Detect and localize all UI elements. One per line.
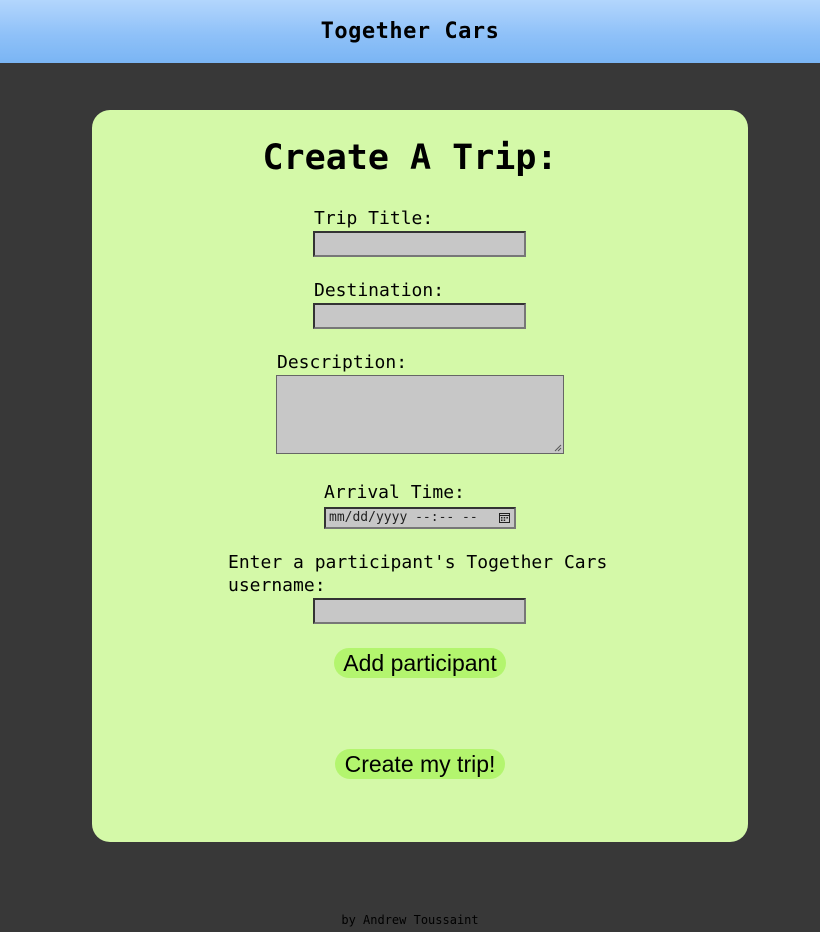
add-participant-button[interactable]: Add participant	[334, 648, 506, 678]
footer-credit: by Andrew Toussaint	[341, 913, 479, 927]
create-trip-button[interactable]: Create my trip!	[335, 749, 505, 779]
destination-input[interactable]	[313, 303, 526, 329]
trip-title-input[interactable]	[313, 231, 526, 257]
resize-grip-icon[interactable]	[554, 444, 562, 452]
app-header: Together Cars	[0, 0, 820, 63]
participant-label: Enter a participant's Together Cars	[228, 552, 608, 573]
description-textarea[interactable]	[276, 375, 564, 454]
app-title: Together Cars	[320, 19, 500, 44]
calendar-icon[interactable]	[499, 512, 510, 523]
destination-label: Destination:	[314, 280, 445, 301]
description-label: Description:	[277, 352, 408, 373]
page-title: Create A Trip:	[262, 138, 558, 178]
arrival-time-label: Arrival Time:	[324, 482, 465, 503]
participant-label-line2: username:	[228, 575, 326, 596]
participant-username-input[interactable]	[313, 598, 526, 624]
trip-title-label: Trip Title:	[314, 208, 434, 229]
arrival-time-placeholder: mm/dd/yyyy --:-- --	[329, 510, 478, 525]
arrival-time-input[interactable]: mm/dd/yyyy --:-- --	[324, 507, 516, 529]
